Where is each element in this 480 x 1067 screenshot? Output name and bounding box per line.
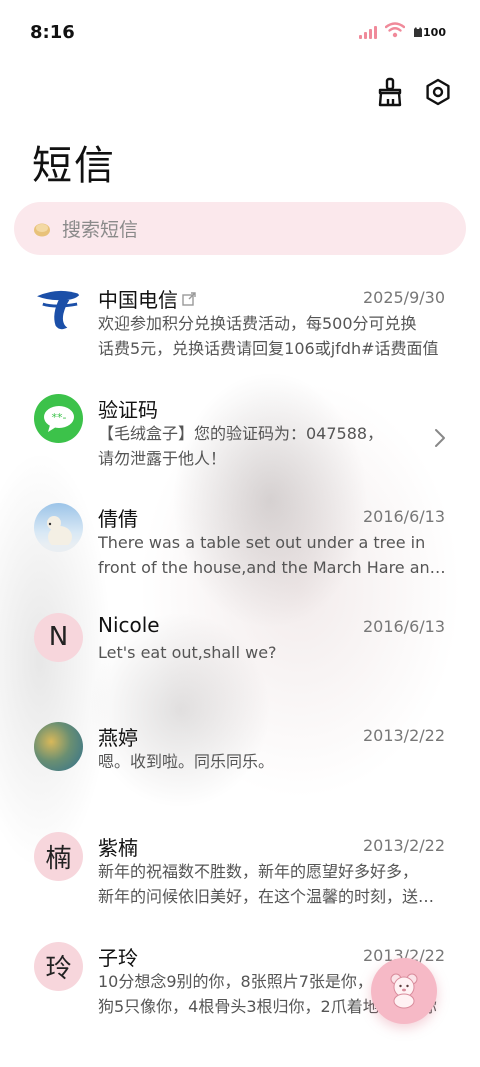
compose-icon bbox=[384, 969, 424, 1013]
page-title: 短信 bbox=[32, 143, 116, 189]
message-preview: There was a table set out under a tree i… bbox=[98, 533, 446, 578]
compose-button[interactable] bbox=[371, 958, 437, 1024]
sms-app-icon: **- bbox=[34, 393, 83, 443]
contact-name: 燕婷 bbox=[98, 726, 138, 751]
clean-icon bbox=[376, 77, 404, 111]
message-date: 2016/6/13 bbox=[362, 616, 445, 636]
message-date: 2013/2/22 bbox=[362, 726, 445, 746]
status-time: 8:16 bbox=[30, 22, 75, 43]
avatar-photo bbox=[34, 722, 83, 772]
contact-name: 中国电信 bbox=[98, 284, 196, 313]
contact-name: 倩倩 bbox=[98, 507, 138, 532]
search-icon bbox=[32, 219, 52, 239]
china-telecom-logo bbox=[34, 284, 83, 333]
clean-button[interactable] bbox=[374, 77, 406, 111]
message-row-qianqian[interactable]: 倩倩 2016/6/13 There was a table set out u… bbox=[0, 489, 480, 599]
contact-name: 子玲 bbox=[98, 945, 138, 970]
search-bar[interactable]: 搜索短信 bbox=[14, 202, 466, 255]
message-preview: 新年的祝福数不胜数，新年的愿望好多好多， 新年的问候依旧美好，在这个温馨的时刻，… bbox=[98, 861, 446, 906]
message-preview: 欢迎参加积分兑换话费活动，每500分可兑换 话费5元，兑换话费请回复106或jf… bbox=[98, 314, 439, 358]
settings-icon bbox=[424, 78, 452, 110]
message-preview: 【毛绒盒子】您的验证码为：047588， 请勿泄露于他人！ bbox=[98, 423, 384, 468]
message-date: 2016/6/13 bbox=[362, 507, 445, 527]
message-row-zinan[interactable]: 楠 紫楠 2013/2/22 新年的祝福数不胜数，新年的愿望好多好多， 新年的问… bbox=[0, 818, 480, 928]
battery-icon: 100 bbox=[413, 26, 446, 39]
search-input[interactable]: 搜索短信 bbox=[62, 215, 138, 242]
status-bar: 8:16 100 bbox=[0, 0, 480, 68]
avatar-letter: N bbox=[34, 612, 83, 662]
battery-level: 100 bbox=[423, 25, 446, 39]
message-row-china-telecom[interactable]: 中国电信 2025/9/30 欢迎参加积分兑换话费活动，每500分可兑换 话费5… bbox=[0, 270, 480, 380]
message-list: 中国电信 2025/9/30 欢迎参加积分兑换话费活动，每500分可兑换 话费5… bbox=[0, 270, 480, 1037]
wifi-icon bbox=[384, 22, 406, 42]
signal-icon bbox=[359, 25, 378, 39]
message-row-yanting[interactable]: 燕婷 2013/2/22 嗯。收到啦。同乐同乐。 bbox=[0, 708, 480, 818]
status-icons: 100 bbox=[359, 22, 446, 42]
contact-name: 紫楠 bbox=[98, 835, 138, 860]
svg-text:**-: **- bbox=[51, 411, 66, 424]
contact-name: Nicole bbox=[98, 612, 160, 637]
message-row-nicole[interactable]: N Nicole 2016/6/13 Let's eat out,shall w… bbox=[0, 599, 480, 709]
message-preview: Let's eat out,shall we? bbox=[98, 642, 277, 662]
chevron-right-icon[interactable] bbox=[434, 428, 446, 452]
settings-button[interactable] bbox=[422, 78, 454, 110]
top-actions bbox=[374, 77, 454, 111]
avatar-letter: 楠 bbox=[34, 831, 83, 881]
contact-name: 验证码 bbox=[98, 397, 158, 422]
message-date: 2013/2/22 bbox=[362, 835, 445, 855]
message-date: 2025/9/30 bbox=[362, 288, 445, 307]
external-link-icon bbox=[182, 291, 196, 306]
avatar-letter: 玲 bbox=[34, 941, 83, 991]
message-row-verification[interactable]: **- 验证码 【毛绒盒子】您的验证码为：047588， 请勿泄露于他人！ bbox=[0, 380, 480, 490]
message-preview: 嗯。收到啦。同乐同乐。 bbox=[98, 752, 275, 772]
avatar-polar-bear bbox=[34, 503, 83, 553]
